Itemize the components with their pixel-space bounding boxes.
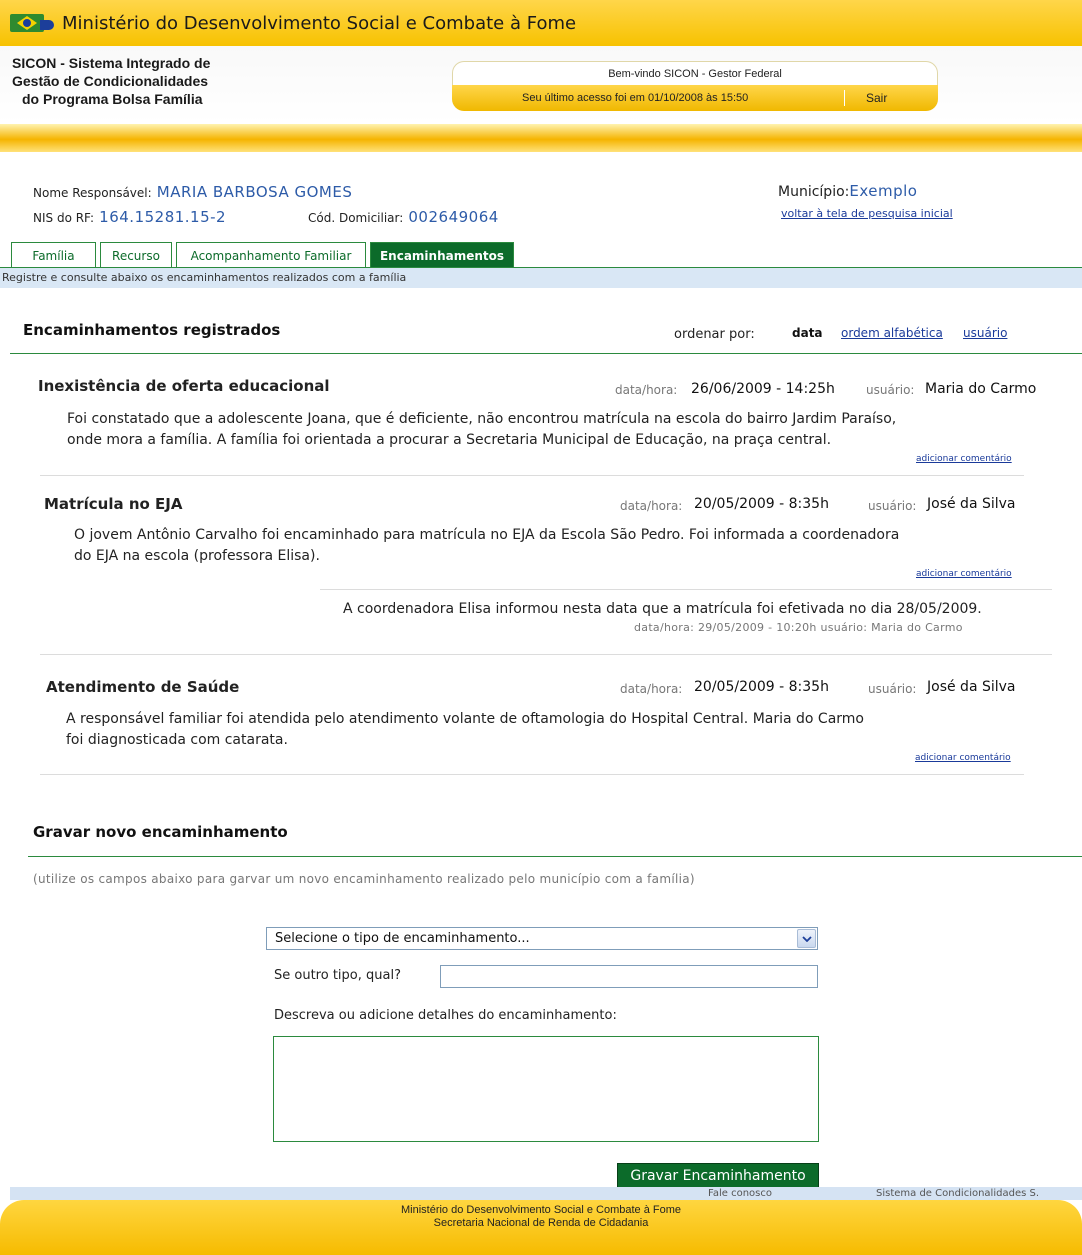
- other-type-label: Se outro tipo, qual?: [274, 968, 401, 983]
- order-by-label: ordenar por:: [674, 327, 755, 342]
- referral-title: Inexistência de oferta educacional: [38, 377, 330, 395]
- footer-links-bar: Fale conosco Sistema de Condicionalidade…: [10, 1187, 1082, 1200]
- footer-ministry: Ministério do Desenvolvimento Social e C…: [400, 1204, 682, 1216]
- divider: [844, 90, 845, 106]
- referral-user: José da Silva: [927, 496, 1016, 512]
- entry-divider: [40, 475, 1024, 476]
- system-header: SICON - Sistema Integrado de Gestão de C…: [0, 46, 1082, 124]
- registered-section-title: Encaminhamentos registrados: [23, 321, 281, 339]
- tab-description: Registre e consulte abaixo os encaminham…: [0, 268, 1082, 288]
- user-label: usuário:: [868, 499, 917, 513]
- back-to-search-link[interactable]: voltar à tela de pesquisa inicial: [781, 207, 953, 220]
- add-comment-link[interactable]: adicionar comentário: [916, 569, 1012, 579]
- referral-description-line: do EJA na escola (professora Elisa).: [74, 548, 320, 564]
- household-code-value: 002649064: [408, 208, 499, 226]
- save-referral-button[interactable]: Gravar Encaminhamento: [617, 1163, 819, 1189]
- referral-description-line: O jovem Antônio Carvalho foi encaminhado…: [74, 527, 900, 543]
- household-code-field: Cód. Domiciliar: 002649064: [308, 207, 499, 226]
- other-type-input[interactable]: [440, 965, 818, 988]
- contact-link[interactable]: Fale conosco: [708, 1187, 772, 1200]
- form-hint: (utilize os campos abaixo para garvar um…: [33, 872, 695, 886]
- datetime-label: data/hora:: [620, 682, 683, 696]
- logout-link[interactable]: Sair: [866, 91, 887, 105]
- household-code-label: Cód. Domiciliar:: [308, 211, 404, 225]
- add-comment-link[interactable]: adicionar comentário: [916, 454, 1012, 464]
- tab-encaminhamentos[interactable]: Encaminhamentos: [370, 242, 514, 268]
- footer: Ministério do Desenvolvimento Social e C…: [0, 1200, 1082, 1255]
- referral-description: Foi constatado que a adolescente Joana, …: [67, 409, 896, 451]
- responsible-name-value: MARIA BARBOSA GOMES: [156, 183, 353, 201]
- responsible-name-label: Nome Responsável:: [33, 186, 152, 200]
- referral-description-line: foi diagnosticada com catarata.: [66, 732, 288, 748]
- new-referral-section-title: Gravar novo encaminhamento: [33, 823, 288, 841]
- referral-description: A responsável familiar foi atendida pelo…: [66, 709, 864, 751]
- nis-label: NIS do RF:: [33, 211, 95, 225]
- tab-bar: Família Recurso Acompanhamento Familiar …: [11, 242, 514, 268]
- details-textarea[interactable]: [273, 1036, 819, 1142]
- referral-datetime: 20/05/2009 - 8:35h: [694, 496, 829, 512]
- session-bar: Seu último acesso foi em 01/10/2008 às 1…: [452, 85, 938, 111]
- user-session-box: Bem-vindo SICON - Gestor Federal Seu últ…: [452, 61, 938, 111]
- referral-datetime: 26/06/2009 - 14:25h: [691, 381, 835, 397]
- datetime-label: data/hora:: [620, 499, 683, 513]
- chevron-down-icon[interactable]: [797, 929, 816, 948]
- add-comment-link[interactable]: adicionar comentário: [915, 753, 1011, 763]
- comment-text: A coordenadora Elisa informou nesta data…: [343, 601, 982, 617]
- details-label: Descreva ou adicione detalhes do encamin…: [274, 1008, 617, 1023]
- last-access-text: Seu último acesso foi em 01/10/2008 às 1…: [522, 92, 749, 104]
- system-title-line-2: Gestão de Condicionalidades: [12, 73, 209, 89]
- referral-description-line: A responsável familiar foi atendida pelo…: [66, 711, 864, 727]
- footer-secretariat: Secretaria Nacional de Renda de Cidadani…: [433, 1217, 649, 1229]
- referral-datetime: 20/05/2009 - 8:35h: [694, 679, 829, 695]
- user-label: usuário:: [868, 682, 917, 696]
- comment-divider: [320, 589, 1052, 590]
- referral-type-selected-value: Selecione o tipo de encaminhamento...: [275, 931, 530, 946]
- referral-description-line: onde mora a família. A família foi orien…: [67, 432, 832, 448]
- system-title: SICON - Sistema Integrado de Gestão de C…: [12, 54, 210, 108]
- referral-user: José da Silva: [927, 679, 1016, 695]
- datetime-label: data/hora:: [615, 383, 678, 397]
- decorative-band: [0, 124, 1082, 152]
- referral-description: O jovem Antônio Carvalho foi encaminhado…: [74, 525, 899, 567]
- responsible-name: Nome Responsável: MARIA BARBOSA GOMES: [33, 182, 352, 201]
- referral-title: Atendimento de Saúde: [46, 678, 240, 696]
- section-divider: [10, 353, 1082, 354]
- ministry-header-bar: Ministério do Desenvolvimento Social e C…: [0, 0, 1082, 46]
- user-label: usuário:: [866, 383, 915, 397]
- tab-acompanhamento-familiar[interactable]: Acompanhamento Familiar: [176, 242, 366, 268]
- footer-system-name: Sistema de Condicionalidades S.: [876, 1188, 1040, 1199]
- entry-divider: [40, 654, 1052, 655]
- nis-value: 164.15281.15-2: [99, 208, 227, 226]
- tab-familia[interactable]: Família: [11, 242, 96, 268]
- section-divider: [28, 856, 1082, 857]
- referral-title: Matrícula no EJA: [44, 495, 183, 513]
- system-title-line-3: do Programa Bolsa Família: [22, 91, 203, 107]
- municipality-label: Município:: [778, 184, 850, 200]
- referral-description-line: Foi constatado que a adolescente Joana, …: [67, 411, 897, 427]
- entry-divider: [40, 774, 1024, 775]
- ministry-title: Ministério do Desenvolvimento Social e C…: [62, 12, 577, 34]
- referral-user: Maria do Carmo: [925, 381, 1037, 397]
- order-by-date-link[interactable]: data: [792, 326, 823, 340]
- municipality-field: Município:Exemplo: [778, 181, 917, 200]
- system-title-line-1: SICON - Sistema Integrado de: [12, 55, 211, 71]
- welcome-message: Bem-vindo SICON - Gestor Federal: [452, 61, 938, 85]
- referral-type-select[interactable]: Selecione o tipo de encaminhamento...: [266, 927, 818, 950]
- order-by-user-link[interactable]: usuário: [963, 326, 1007, 340]
- comment-meta: data/hora: 29/05/2009 - 10:20h usuário: …: [634, 621, 963, 634]
- tab-recurso[interactable]: Recurso: [100, 242, 172, 268]
- order-by-alphabetical-link[interactable]: ordem alfabética: [841, 326, 943, 340]
- nis-field: NIS do RF: 164.15281.15-2: [33, 207, 226, 226]
- municipality-value: Exemplo: [849, 182, 918, 200]
- brazil-flag-icon: [10, 12, 56, 34]
